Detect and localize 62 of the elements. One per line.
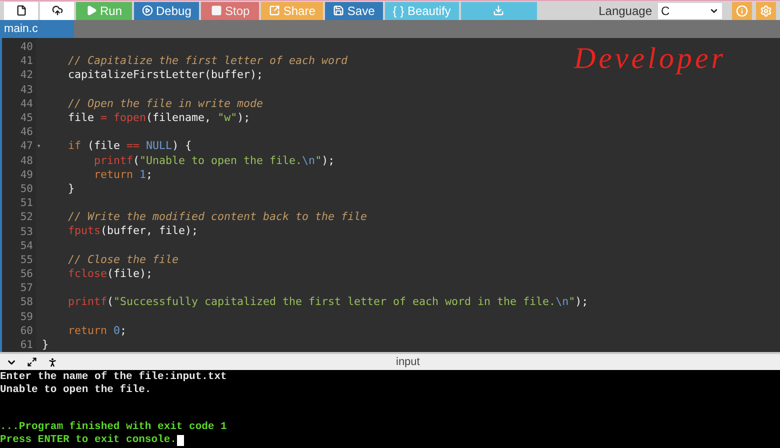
info-icon bbox=[736, 4, 748, 16]
debug-button[interactable]: Debug bbox=[134, 2, 200, 20]
line-number: 59 bbox=[19, 310, 34, 324]
code-line: printf("Successfully capitalized the first letter of each word in the file.\n"); bbox=[67, 295, 588, 308]
code-line: file = fopen(filename, "w"); bbox=[67, 110, 250, 124]
save-icon bbox=[333, 5, 344, 16]
code-line: fclose(file); bbox=[67, 267, 153, 280]
expand-icon[interactable] bbox=[27, 357, 37, 367]
line-number: 51 bbox=[19, 196, 34, 210]
upload-button[interactable] bbox=[40, 2, 74, 20]
language-label: Language bbox=[598, 4, 652, 18]
code-line: } bbox=[42, 338, 49, 351]
share-icon bbox=[269, 5, 280, 16]
line-number: 44 bbox=[19, 96, 34, 111]
code-line: // Capitalize the first letter of each word bbox=[67, 54, 348, 68]
line-number: 58 bbox=[19, 295, 34, 310]
code-line: return 1; bbox=[93, 168, 153, 181]
download-icon bbox=[493, 5, 504, 16]
line-number: 56 bbox=[19, 267, 34, 282]
language-select[interactable]: C bbox=[658, 2, 722, 18]
line-number: 50 bbox=[19, 182, 34, 196]
line-number: 60 bbox=[19, 324, 34, 338]
console-title: input bbox=[396, 356, 420, 368]
console-text: Enter the name of the file:input.txt bbox=[0, 371, 227, 384]
line-number: 41 bbox=[19, 54, 34, 68]
line-number: 49 bbox=[19, 168, 34, 182]
code-line: printf("Unable to open the file.\n"); bbox=[93, 154, 335, 166]
file-tab[interactable]: main.c bbox=[0, 20, 74, 38]
settings-icon bbox=[760, 4, 772, 16]
cloud-upload-icon bbox=[52, 5, 62, 16]
console-text: Unable to open the file. bbox=[0, 384, 152, 396]
line-number: 40 bbox=[19, 40, 34, 54]
line-number: 48 bbox=[19, 154, 34, 168]
line-number: 42 bbox=[19, 68, 34, 83]
person-icon[interactable] bbox=[47, 356, 58, 368]
line-number: 53 bbox=[19, 224, 34, 239]
console-text: Press ENTER to exit console. bbox=[0, 434, 176, 446]
code-line: return 0; bbox=[67, 324, 127, 337]
play-icon bbox=[86, 5, 97, 16]
code-line: // Close the file bbox=[67, 252, 179, 266]
line-number: 57 bbox=[19, 281, 34, 296]
line-number: 55 bbox=[19, 252, 34, 267]
play-circle-icon bbox=[142, 5, 153, 16]
new-file-button[interactable] bbox=[4, 2, 38, 20]
square-icon bbox=[211, 5, 222, 16]
code-line: fputs(buffer, file); bbox=[67, 224, 198, 238]
code-line: capitalizeFirstLetter(buffer); bbox=[67, 68, 264, 82]
code-line: } bbox=[67, 182, 75, 195]
code-line: // Write the modified content back to the file bbox=[67, 210, 368, 224]
line-number: 61 bbox=[19, 338, 34, 352]
line-number: 46 bbox=[19, 125, 34, 140]
code-line: // Open the file in write mode bbox=[67, 96, 264, 110]
line-number: 43 bbox=[19, 82, 34, 97]
line-number: 54 bbox=[19, 238, 34, 253]
run-button[interactable]: Run bbox=[76, 2, 132, 20]
line-number: 45 bbox=[19, 111, 34, 126]
file-icon bbox=[16, 5, 26, 16]
console-text: ...Program finished with exit code 1 bbox=[0, 421, 227, 434]
handwritten-annotation: Developer bbox=[574, 42, 726, 76]
save-button[interactable]: Save bbox=[325, 2, 383, 20]
code-line: if (file == NULL) { bbox=[67, 139, 192, 152]
line-number: 52 bbox=[19, 210, 34, 224]
